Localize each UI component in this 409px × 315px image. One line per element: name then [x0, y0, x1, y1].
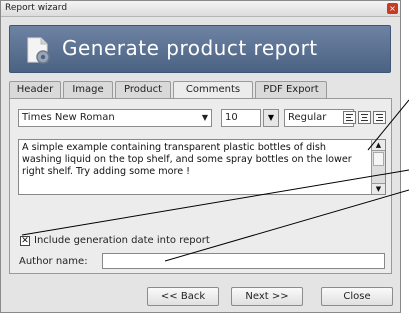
author-name-label: Author name:	[19, 256, 88, 267]
font-size-field[interactable]: 10	[221, 109, 261, 127]
wizard-heading: Generate product report	[62, 36, 318, 60]
title-bar: Report wizard ×	[1, 1, 400, 17]
back-button[interactable]: << Back	[147, 287, 219, 306]
close-window-icon[interactable]: ×	[387, 3, 398, 14]
wizard-banner: Generate product report	[9, 25, 391, 73]
window-title: Report wizard	[5, 3, 68, 13]
include-date-checkbox[interactable]: ✕	[20, 236, 30, 246]
font-style-value: Regular	[288, 112, 327, 123]
author-name-input[interactable]	[102, 253, 385, 269]
font-size-value: 10	[225, 112, 238, 123]
comments-panel: Times New Roman ▼ 10 ▼ Regular ▼ A simpl…	[9, 98, 392, 274]
scroll-up-icon[interactable]: ▲	[372, 140, 385, 151]
scroll-thumb[interactable]	[373, 152, 384, 166]
align-center-icon[interactable]	[358, 111, 371, 124]
scroll-down-icon[interactable]: ▼	[372, 183, 385, 194]
next-button[interactable]: Next >>	[231, 287, 303, 306]
comments-scrollbar[interactable]: ▲ ▼	[371, 140, 385, 194]
include-date-label: Include generation date into report	[34, 235, 210, 246]
chevron-down-icon: ▼	[201, 113, 208, 122]
tab-product[interactable]: Product	[115, 81, 171, 99]
tab-header[interactable]: Header	[9, 81, 61, 99]
font-size-dropdown-button[interactable]: ▼	[263, 109, 279, 127]
align-left-icon[interactable]	[343, 111, 356, 124]
font-family-value: Times New Roman	[22, 112, 115, 123]
tab-pdf-export[interactable]: PDF Export	[255, 81, 327, 99]
document-gear-icon	[27, 37, 50, 64]
comments-textarea[interactable]: A simple example containing transparent …	[18, 139, 386, 195]
comments-text: A simple example containing transparent …	[22, 142, 352, 177]
font-family-select[interactable]: Times New Roman ▼	[18, 109, 212, 127]
tab-image[interactable]: Image	[63, 81, 113, 99]
close-button[interactable]: Close	[321, 287, 393, 306]
align-right-icon[interactable]	[373, 111, 386, 124]
report-wizard-window: Report wizard × Generate product report …	[0, 0, 401, 313]
